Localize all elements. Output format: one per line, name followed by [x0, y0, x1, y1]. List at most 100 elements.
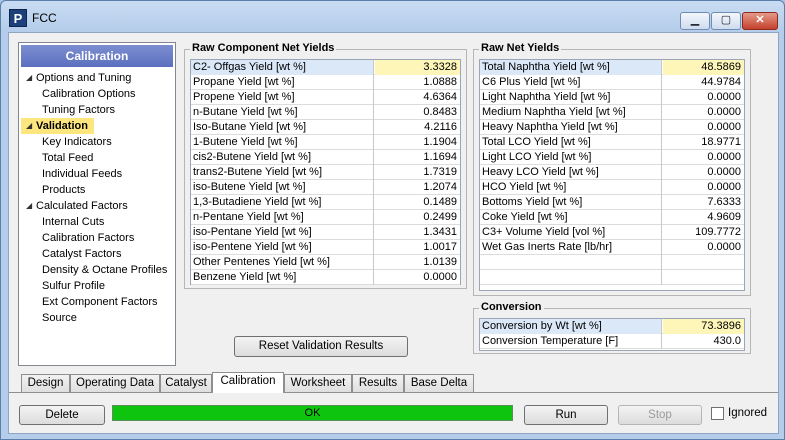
sidebar-item-key-indicators[interactable]: Key Indicators — [19, 134, 112, 150]
row-value[interactable]: 430.0 — [663, 334, 744, 349]
tab-base-delta[interactable]: Base Delta — [404, 374, 474, 392]
sidebar-item-tuning-factors[interactable]: Tuning Factors — [19, 102, 115, 118]
row-value[interactable] — [663, 270, 744, 285]
run-button[interactable]: Run — [524, 405, 608, 425]
row-value[interactable] — [663, 255, 744, 270]
sidebar-item-label: Total Feed — [42, 152, 94, 164]
table-row: Medium Naphtha Yield [wt %] 0.0000 — [480, 105, 744, 120]
sidebar-item-sulfur-profile[interactable]: Sulfur Profile — [19, 278, 105, 294]
table-row: Iso-Butane Yield [wt %] 4.2116 — [191, 120, 460, 135]
table-row: Heavy LCO Yield [wt %] 0.0000 — [480, 165, 744, 180]
row-value[interactable]: 4.6364 — [375, 90, 460, 105]
row-label: C2- Offgas Yield [wt %] — [191, 60, 374, 75]
row-label: Total LCO Yield [wt %] — [480, 135, 662, 150]
sidebar-item-calibration-factors[interactable]: Calibration Factors — [19, 230, 134, 246]
row-value[interactable]: 4.9609 — [663, 210, 744, 225]
row-value[interactable]: 0.0000 — [663, 120, 744, 135]
sidebar-item-total-feed[interactable]: Total Feed — [19, 150, 93, 166]
table-row: Benzene Yield [wt %] 0.0000 — [191, 270, 460, 285]
row-label: C3+ Volume Yield [vol %] — [480, 225, 662, 240]
row-value[interactable]: 1.1904 — [375, 135, 460, 150]
row-label: 1-Butene Yield [wt %] — [191, 135, 374, 150]
row-value[interactable]: 3.3328 — [375, 60, 460, 75]
raw-net-title: Raw Net Yields — [479, 42, 562, 54]
maximize-button[interactable]: ▢ — [711, 12, 741, 30]
sidebar-item-internal-cuts[interactable]: Internal Cuts — [19, 214, 104, 230]
sidebar-item-calibration-options[interactable]: Calibration Options — [19, 86, 136, 102]
sidebar-item-label: Sulfur Profile — [42, 280, 105, 292]
tab-catalyst[interactable]: Catalyst — [160, 374, 212, 392]
row-value[interactable]: 1.2074 — [375, 180, 460, 195]
sidebar-item-source[interactable]: Source — [19, 310, 77, 326]
row-value[interactable]: 109.7772 — [663, 225, 744, 240]
row-value[interactable]: 48.5869 — [663, 60, 744, 75]
row-label: Light Naphtha Yield [wt %] — [480, 90, 662, 105]
conversion-title: Conversion — [479, 301, 544, 313]
row-label — [480, 255, 662, 270]
expand-arrow-icon[interactable]: ◢ — [26, 198, 32, 214]
row-value[interactable]: 44.9784 — [663, 75, 744, 90]
sidebar-item-label: Density & Octane Profiles — [42, 264, 168, 276]
sidebar-item-products[interactable]: Products — [19, 182, 85, 198]
row-value[interactable]: 0.0000 — [663, 150, 744, 165]
table-row: Heavy Naphtha Yield [wt %] 0.0000 — [480, 120, 744, 135]
table-row: trans2-Butene Yield [wt %] 1.7319 — [191, 165, 460, 180]
sidebar-item-catalyst-factors[interactable]: Catalyst Factors — [19, 246, 121, 262]
row-label: HCO Yield [wt %] — [480, 180, 662, 195]
sidebar-item-label: Products — [42, 184, 86, 196]
row-label: trans2-Butene Yield [wt %] — [191, 165, 374, 180]
table-row: iso-Butene Yield [wt %] 1.2074 — [191, 180, 460, 195]
tab-operating-data[interactable]: Operating Data — [70, 374, 160, 392]
sidebar-item-label: Catalyst Factors — [42, 248, 122, 260]
expand-arrow-icon[interactable]: ◢ — [26, 118, 32, 134]
ignored-checkbox[interactable] — [711, 407, 724, 420]
row-value[interactable]: 0.8483 — [375, 105, 460, 120]
title-bar[interactable]: P FCC ▁ ▢ ✕ — [1, 1, 784, 31]
sidebar-item-validation[interactable]: ◢ Validation — [21, 118, 94, 134]
tab-results[interactable]: Results — [352, 374, 404, 392]
tab-worksheet[interactable]: Worksheet — [284, 374, 352, 392]
row-value[interactable]: 18.9771 — [663, 135, 744, 150]
row-value[interactable]: 1.1694 — [375, 150, 460, 165]
sidebar-item-density-octane-profiles[interactable]: Density & Octane Profiles — [19, 262, 167, 278]
row-value[interactable]: 0.0000 — [375, 270, 460, 285]
sidebar-item-options-and-tuning[interactable]: ◢ Options and Tuning — [21, 70, 131, 86]
minimize-button[interactable]: ▁ — [680, 12, 710, 30]
table-row: 1-Butene Yield [wt %] 1.1904 — [191, 135, 460, 150]
table-row: Wet Gas Inerts Rate [lb/hr] 0.0000 — [480, 240, 744, 255]
row-label: n-Pentane Yield [wt %] — [191, 210, 374, 225]
row-label: Coke Yield [wt %] — [480, 210, 662, 225]
delete-button[interactable]: Delete — [19, 405, 105, 425]
row-value[interactable]: 0.0000 — [663, 180, 744, 195]
row-value[interactable]: 1.7319 — [375, 165, 460, 180]
row-value[interactable]: 0.2499 — [375, 210, 460, 225]
row-value[interactable]: 4.2116 — [375, 120, 460, 135]
sidebar-item-ext-component-factors[interactable]: Ext Component Factors — [19, 294, 158, 310]
row-value[interactable]: 7.6333 — [663, 195, 744, 210]
row-value[interactable]: 1.0888 — [375, 75, 460, 90]
reset-validation-button[interactable]: Reset Validation Results — [234, 336, 408, 357]
row-value[interactable]: 0.0000 — [663, 165, 744, 180]
raw-component-grid: C2- Offgas Yield [wt %] 3.3328 Propane Yie… — [190, 59, 461, 285]
tab-design[interactable]: Design — [21, 374, 70, 392]
close-button[interactable]: ✕ — [742, 12, 778, 30]
row-value[interactable]: 1.3431 — [375, 225, 460, 240]
row-value[interactable]: 0.0000 — [663, 105, 744, 120]
tab-calibration[interactable]: Calibration — [212, 372, 284, 393]
sidebar-item-individual-feeds[interactable]: Individual Feeds — [19, 166, 122, 182]
sidebar-item-calculated-factors[interactable]: ◢ Calculated Factors — [21, 198, 128, 214]
row-label: iso-Butene Yield [wt %] — [191, 180, 374, 195]
stop-button[interactable]: Stop — [618, 405, 702, 425]
row-value[interactable]: 1.0139 — [375, 255, 460, 270]
row-value[interactable]: 0.1489 — [375, 195, 460, 210]
row-value[interactable]: 73.3896 — [663, 319, 744, 334]
row-value[interactable]: 0.0000 — [663, 240, 744, 255]
table-row: Light Naphtha Yield [wt %] 0.0000 — [480, 90, 744, 105]
row-label: n-Butane Yield [wt %] — [191, 105, 374, 120]
row-value[interactable]: 0.0000 — [663, 90, 744, 105]
status-bar: OK — [112, 405, 513, 421]
expand-arrow-icon[interactable]: ◢ — [26, 70, 32, 86]
row-value[interactable]: 1.0017 — [375, 240, 460, 255]
row-label: Other Pentenes Yield [wt %] — [191, 255, 374, 270]
row-label: Iso-Butane Yield [wt %] — [191, 120, 374, 135]
